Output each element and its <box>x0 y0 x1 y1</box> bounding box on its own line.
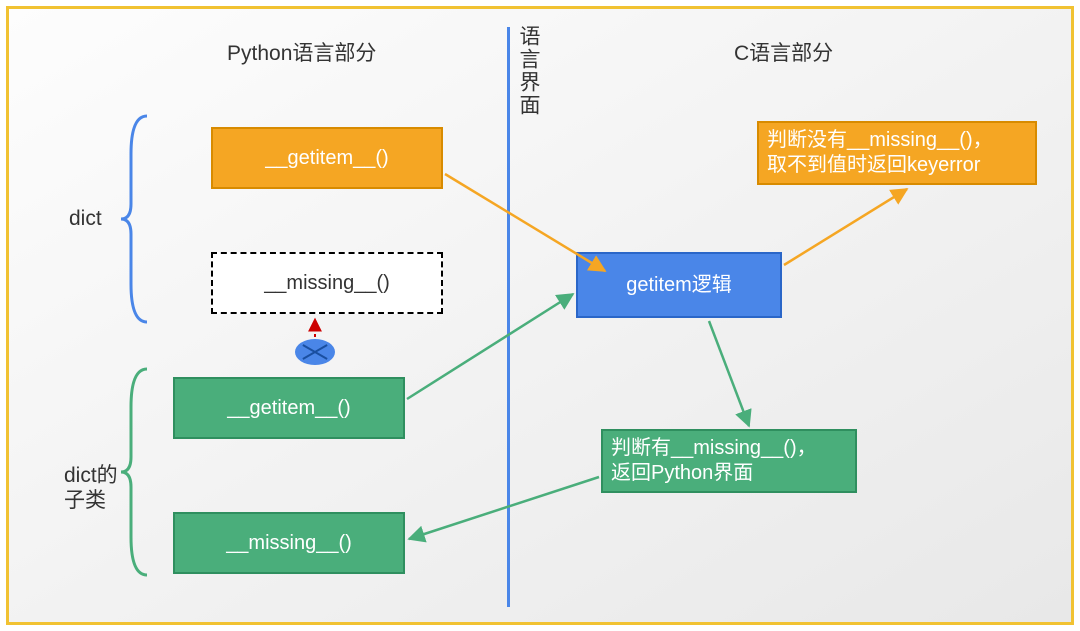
box-dict-getitem: __getitem__() <box>211 127 443 189</box>
blocked-icon <box>295 339 335 365</box>
box-has-missing: 判断有__missing__()， 返回Python界面 <box>601 429 857 493</box>
header-python: Python语言部分 <box>227 37 376 67</box>
language-divider-label: 语言界面 <box>513 25 543 117</box>
header-c: C语言部分 <box>734 37 833 67</box>
language-divider-line <box>507 27 510 607</box>
label-dict: dict <box>69 207 102 231</box>
box-no-missing: 判断没有__missing__()， 取不到值时返回keyerror <box>757 121 1037 185</box>
box-getitem-logic: getitem逻辑 <box>576 252 782 318</box>
brace-dict-subclass <box>119 367 151 577</box>
no-missing-line1: 判断没有__missing__()， <box>767 128 993 153</box>
box-sub-missing: __missing__() <box>173 512 405 574</box>
diagram-frame: Python语言部分 C语言部分 语言界面 dict dict的 子类 __ge… <box>6 6 1074 625</box>
has-missing-line2: 返回Python界面 <box>611 461 817 486</box>
label-dict-subclass-2: 子类 <box>64 484 106 514</box>
box-sub-getitem: __getitem__() <box>173 377 405 439</box>
no-missing-line2: 取不到值时返回keyerror <box>767 153 993 178</box>
has-missing-line1: 判断有__missing__()， <box>611 436 817 461</box>
brace-dict <box>119 114 151 324</box>
box-dict-missing: __missing__() <box>211 252 443 314</box>
